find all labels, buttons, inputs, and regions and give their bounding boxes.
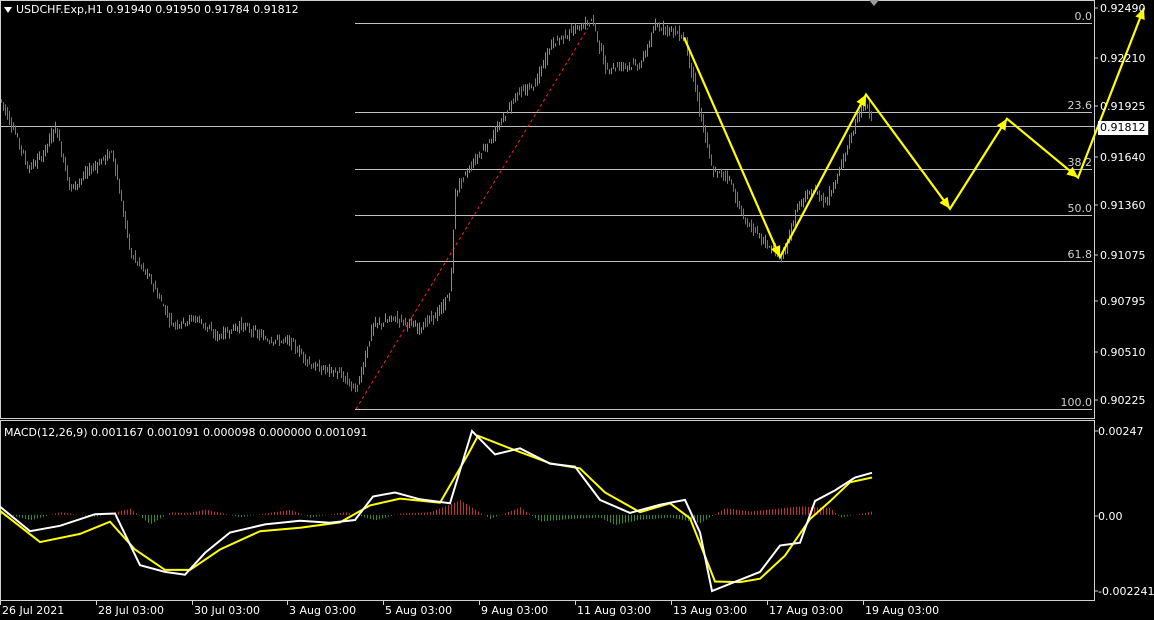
chart-frame <box>0 0 1095 601</box>
time-tick-label: 26 Jul 2021 <box>2 604 64 617</box>
price-tick-label: 0.92490 <box>1100 2 1146 15</box>
time-tick-label: 17 Aug 03:00 <box>769 604 843 617</box>
time-tick-label: 5 Aug 03:00 <box>385 604 452 617</box>
time-tick-label: 28 Jul 03:00 <box>98 604 164 617</box>
time-tick-label: 13 Aug 03:00 <box>673 604 747 617</box>
trend-line <box>355 27 589 410</box>
fib-level-label: 0.0 <box>1075 10 1093 23</box>
time-tick-label: 11 Aug 03:00 <box>577 604 651 617</box>
macd-tick-label: 0.00 <box>1098 510 1123 523</box>
price-tick-label: 0.91360 <box>1100 199 1146 212</box>
price-candles <box>1 14 872 393</box>
macd-tick-label: 0.00247 <box>1098 425 1144 438</box>
time-tick-label: 30 Jul 03:00 <box>194 604 260 617</box>
time-tick-label: 19 Aug 03:00 <box>865 604 939 617</box>
price-tick-label: 0.90510 <box>1100 346 1146 359</box>
fib-level-label: 100.0 <box>1061 396 1093 409</box>
projection-zigzag <box>682 7 1146 260</box>
fib-level-label: 50.0 <box>1068 202 1093 215</box>
macd-tick-label: -0.002241 <box>1098 585 1154 598</box>
shift-marker-icon <box>869 0 879 6</box>
time-tick-label: 3 Aug 03:00 <box>289 604 356 617</box>
projection-line <box>682 7 1146 260</box>
time-tick-label: 9 Aug 03:00 <box>481 604 548 617</box>
axes: 0.92490 0.92210 0.91925 0.91640 0.91360 0.910… <box>0 2 1154 617</box>
fibonacci-levels: 0.0 23.6 38.2 50.0 61.8 100.0 <box>0 10 1094 410</box>
price-tick-label: 0.91925 <box>1100 100 1146 113</box>
arrow-head-icon <box>939 196 950 209</box>
price-tick-label: 0.90795 <box>1100 295 1146 308</box>
price-tick-label: 0.90225 <box>1100 394 1146 407</box>
macd-indicator <box>0 429 873 593</box>
current-price-label: 0.91812 <box>1100 121 1146 134</box>
fib-level-label: 61.8 <box>1068 248 1093 261</box>
arrow-head-icon <box>996 118 1007 131</box>
trading-chart[interactable]: 0.023.638.250.061.8100.0 0.924900.922100… <box>0 0 1154 620</box>
price-tick-label: 0.91075 <box>1100 249 1146 262</box>
fib-level-label: 23.6 <box>1068 99 1093 112</box>
price-tick-label: 0.91640 <box>1100 151 1146 164</box>
macd-panel-border <box>0 420 1095 601</box>
dashed-trend-line <box>355 27 589 410</box>
fib-level-label: 38.2 <box>1068 156 1093 169</box>
price-tick-label: 0.92210 <box>1100 52 1146 65</box>
